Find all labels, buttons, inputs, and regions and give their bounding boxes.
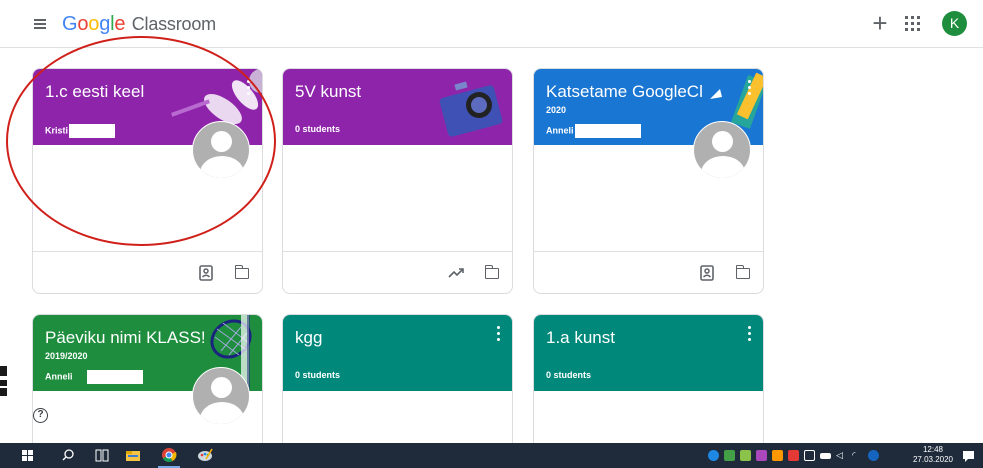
- file-explorer-icon: [126, 451, 140, 461]
- task-view-icon: [95, 449, 109, 462]
- start-button[interactable]: [20, 443, 36, 468]
- open-insights-button[interactable]: [446, 263, 466, 283]
- folder-icon: [484, 265, 499, 279]
- left-edge-marker: [0, 366, 7, 396]
- class-options-button[interactable]: [246, 79, 252, 97]
- class-options-button[interactable]: [747, 325, 753, 343]
- classroom-window: Google Classroom + K 1.c eesti keel Kris…: [0, 0, 983, 468]
- top-app-bar: Google Classroom + K: [0, 0, 983, 48]
- taskbar-search-button[interactable]: [60, 443, 76, 468]
- taskbar-file-explorer[interactable]: [124, 443, 142, 468]
- class-student-count: 0 students: [295, 370, 341, 380]
- google-classroom-logo[interactable]: Google Classroom: [62, 11, 216, 37]
- class-section: 2020: [546, 105, 567, 115]
- gradebook-icon: [199, 265, 213, 281]
- redaction-box: [69, 124, 116, 138]
- windows-taskbar: ◁ ◜ 12:48 27.03.2020: [0, 443, 983, 468]
- logo-google-text: Google: [62, 13, 126, 35]
- class-card-footer: [33, 251, 262, 293]
- class-owner: Kristi: [45, 124, 116, 138]
- redaction-box: [86, 370, 143, 384]
- tray-app-icon[interactable]: [772, 450, 783, 461]
- class-options-button[interactable]: [496, 325, 502, 343]
- teacher-avatar: [693, 121, 751, 179]
- tray-app-icon[interactable]: [724, 450, 735, 461]
- notification-icon: [963, 451, 974, 462]
- chrome-icon: [162, 448, 177, 462]
- class-card-kgg[interactable]: kgg 0 students: [282, 314, 513, 454]
- tray-usb-icon[interactable]: [804, 450, 815, 461]
- tray-skype-icon[interactable]: [708, 450, 719, 461]
- class-card-katsetame-googlecl[interactable]: Katsetame GoogleCl 2020 Anneli: [533, 68, 764, 294]
- class-owner: Anneli: [546, 124, 641, 138]
- class-title[interactable]: Katsetame GoogleCl: [546, 81, 731, 103]
- tray-app-icon[interactable]: [756, 450, 767, 461]
- wifi-icon[interactable]: ◜: [852, 450, 863, 461]
- open-class-folder-button[interactable]: [733, 263, 753, 283]
- teacher-avatar: [192, 121, 250, 179]
- taskbar-paint-app[interactable]: [196, 443, 214, 468]
- class-owner: Anneli: [45, 370, 143, 384]
- google-apps-button[interactable]: [903, 14, 923, 34]
- class-card-1c-eesti-keel[interactable]: 1.c eesti keel Kristi: [32, 68, 263, 294]
- bluetooth-icon[interactable]: [868, 450, 879, 461]
- open-gradebook-button[interactable]: [697, 263, 717, 283]
- notifications-button[interactable]: [962, 443, 976, 468]
- class-title[interactable]: kgg: [295, 327, 480, 349]
- class-title[interactable]: 1.c eesti keel: [45, 81, 230, 103]
- battery-icon[interactable]: [820, 453, 831, 459]
- class-student-count: 0 students: [546, 370, 592, 380]
- folder-icon: [735, 265, 750, 279]
- class-student-count: 0 students: [295, 124, 341, 134]
- hamburger-icon: [34, 19, 46, 21]
- create-or-join-class-button[interactable]: +: [866, 10, 894, 38]
- trending-up-icon: [448, 268, 464, 278]
- class-card-footer: [534, 251, 763, 293]
- volume-icon[interactable]: ◁: [836, 450, 847, 461]
- apps-grid-icon: [903, 14, 923, 34]
- open-class-folder-button[interactable]: [482, 263, 502, 283]
- taskbar-clock[interactable]: 12:48 27.03.2020: [911, 445, 955, 465]
- task-view-button[interactable]: [94, 443, 110, 468]
- class-title[interactable]: 1.a kunst: [546, 327, 731, 349]
- class-title[interactable]: Päeviku nimi KLASS!: [45, 327, 230, 349]
- tray-app-icon[interactable]: [788, 450, 799, 461]
- class-title[interactable]: 5V kunst: [295, 81, 480, 103]
- help-button[interactable]: ?: [33, 408, 48, 423]
- class-options-button[interactable]: [747, 79, 753, 97]
- class-card-5v-kunst[interactable]: 5V kunst 0 students: [282, 68, 513, 294]
- class-card-paeviku-nimi-klass[interactable]: Päeviku nimi KLASS! 2019/2020 Anneli: [32, 314, 263, 454]
- search-icon: [62, 449, 74, 461]
- taskbar-chrome[interactable]: [158, 443, 180, 468]
- teacher-avatar: [192, 367, 250, 425]
- clock-time: 12:48: [922, 445, 944, 454]
- tray-app-icon[interactable]: [740, 450, 751, 461]
- folder-icon: [234, 265, 249, 279]
- class-card-1a-kunst[interactable]: 1.a kunst 0 students: [533, 314, 764, 454]
- account-avatar-button[interactable]: K: [942, 11, 967, 36]
- class-section: 2019/2020: [45, 351, 88, 361]
- main-menu-button[interactable]: [28, 12, 52, 36]
- clock-date: 27.03.2020: [912, 455, 954, 464]
- open-class-folder-button[interactable]: [232, 263, 252, 283]
- logo-product-text: Classroom: [131, 14, 216, 34]
- open-gradebook-button[interactable]: [196, 263, 216, 283]
- gradebook-icon: [700, 265, 714, 281]
- redaction-box: [574, 124, 641, 138]
- class-card-footer: [283, 251, 512, 293]
- windows-logo-icon: [22, 450, 33, 461]
- paint-palette-icon: [198, 448, 213, 461]
